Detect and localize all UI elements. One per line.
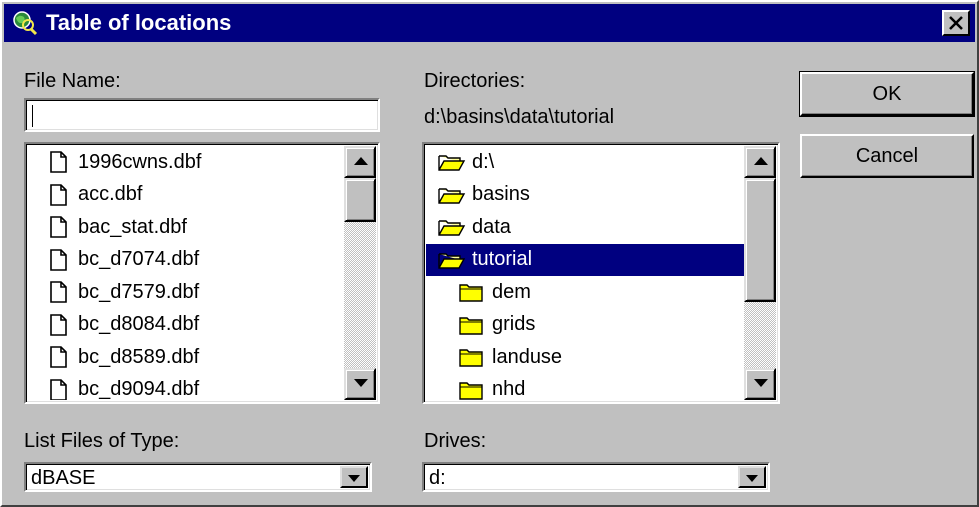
directory-item-tutorial[interactable]: tutorial — [426, 243, 744, 276]
window-title: Table of locations — [46, 10, 232, 35]
directory-list[interactable]: d:\ basins data tutorial dem grids landuse nhd — [422, 142, 780, 404]
arrow-down-icon — [746, 475, 758, 482]
file-list-item[interactable]: bc_d8589.dbf — [42, 341, 344, 374]
file-name-text: bc_d8084.dbf — [78, 313, 200, 336]
file-dialog: Table of locations File Name: 1996cwns.d… — [0, 0, 979, 507]
file-list-item[interactable]: bc_d9094.dbf — [42, 374, 344, 400]
current-path: d:\basins\data\tutorial — [424, 106, 615, 128]
directory-list-scrollbar[interactable] — [744, 146, 776, 400]
document-icon — [42, 377, 72, 400]
arrow-up-icon — [354, 157, 368, 165]
document-icon — [42, 279, 72, 305]
file-list-scrollbar[interactable] — [344, 146, 376, 400]
directory-item-nhd[interactable]: nhd — [426, 374, 744, 400]
directories-label: Directories: — [424, 70, 526, 92]
directory-name-text: tutorial — [472, 248, 533, 271]
drives-value: d: — [429, 467, 446, 489]
file-list-item[interactable]: 1996cwns.dbf — [42, 146, 344, 179]
folder-icon — [456, 312, 486, 338]
file-list-item[interactable]: bc_d8084.dbf — [42, 309, 344, 342]
file-name-input[interactable] — [24, 98, 380, 132]
directory-item-landuse[interactable]: landuse — [426, 341, 744, 374]
dir-scroll-up-button[interactable] — [744, 146, 776, 178]
directory-name-text: basins — [472, 183, 530, 206]
file-name-text: bac_stat.dbf — [78, 215, 187, 238]
open-folder-icon — [436, 182, 466, 208]
arrow-up-icon — [754, 157, 768, 165]
directory-name-text: grids — [492, 313, 536, 336]
folder-icon — [456, 377, 486, 400]
text-caret — [32, 105, 33, 127]
document-icon — [42, 149, 72, 175]
open-folder-icon — [436, 214, 466, 240]
open-folder-icon — [436, 149, 466, 175]
title-bar[interactable]: Table of locations — [4, 4, 975, 42]
ok-button[interactable]: OK — [799, 71, 975, 117]
directory-item-basins[interactable]: basins — [426, 179, 744, 212]
close-icon — [949, 16, 963, 30]
directory-name-text: nhd — [492, 378, 526, 400]
file-name-text: 1996cwns.dbf — [78, 150, 202, 173]
file-scroll-up-button[interactable] — [344, 146, 376, 178]
directory-item-dem[interactable]: dem — [426, 276, 744, 309]
file-type-value: dBASE — [31, 467, 96, 489]
file-name-text: bc_d7579.dbf — [78, 280, 200, 303]
directory-item-data[interactable]: data — [426, 211, 744, 244]
file-name-text: acc.dbf — [78, 183, 143, 206]
file-type-dropdown-button[interactable] — [340, 466, 368, 488]
folder-icon — [456, 279, 486, 305]
folder-icon — [456, 344, 486, 370]
directory-name-text: landuse — [492, 345, 563, 368]
file-scroll-thumb[interactable] — [344, 178, 376, 222]
file-name-label: File Name: — [24, 70, 121, 92]
document-icon — [42, 312, 72, 338]
drives-select[interactable]: d: — [422, 462, 770, 492]
drives-label: Drives: — [424, 430, 487, 452]
arrow-down-icon — [354, 379, 368, 387]
directory-name-text: dem — [492, 280, 531, 303]
document-icon — [42, 247, 72, 273]
cancel-button[interactable]: Cancel — [800, 134, 974, 178]
directory-item-grids[interactable]: grids — [426, 309, 744, 342]
file-name-text: bc_d7074.dbf — [78, 248, 200, 271]
document-icon — [42, 214, 72, 240]
arrow-down-icon — [348, 475, 360, 482]
dir-scroll-down-button[interactable] — [744, 368, 776, 400]
file-scroll-down-button[interactable] — [344, 368, 376, 400]
close-button[interactable] — [942, 10, 970, 36]
file-type-label: List Files of Type: — [24, 430, 180, 452]
document-icon — [42, 344, 72, 370]
drives-dropdown-button[interactable] — [738, 466, 766, 488]
file-type-select[interactable]: dBASE — [24, 462, 372, 492]
file-list[interactable]: 1996cwns.dbf acc.dbf bac_stat.dbf bc_d7074.… — [24, 142, 380, 404]
directory-name-text: data — [472, 215, 511, 238]
dir-scroll-thumb[interactable] — [744, 178, 776, 302]
open-folder-icon — [436, 247, 466, 273]
file-list-item[interactable]: bc_d7579.dbf — [42, 276, 344, 309]
file-name-text: bc_d9094.dbf — [78, 378, 200, 400]
file-name-text: bc_d8589.dbf — [78, 345, 200, 368]
directory-name-text: d:\ — [472, 150, 495, 173]
document-icon — [42, 182, 72, 208]
directory-item-d[interactable]: d:\ — [426, 146, 744, 179]
arrow-down-icon — [754, 379, 768, 387]
globe-magnifier-icon — [13, 11, 38, 36]
file-list-item[interactable]: bac_stat.dbf — [42, 211, 344, 244]
file-list-item[interactable]: acc.dbf — [42, 179, 344, 212]
file-list-item[interactable]: bc_d7074.dbf — [42, 244, 344, 277]
